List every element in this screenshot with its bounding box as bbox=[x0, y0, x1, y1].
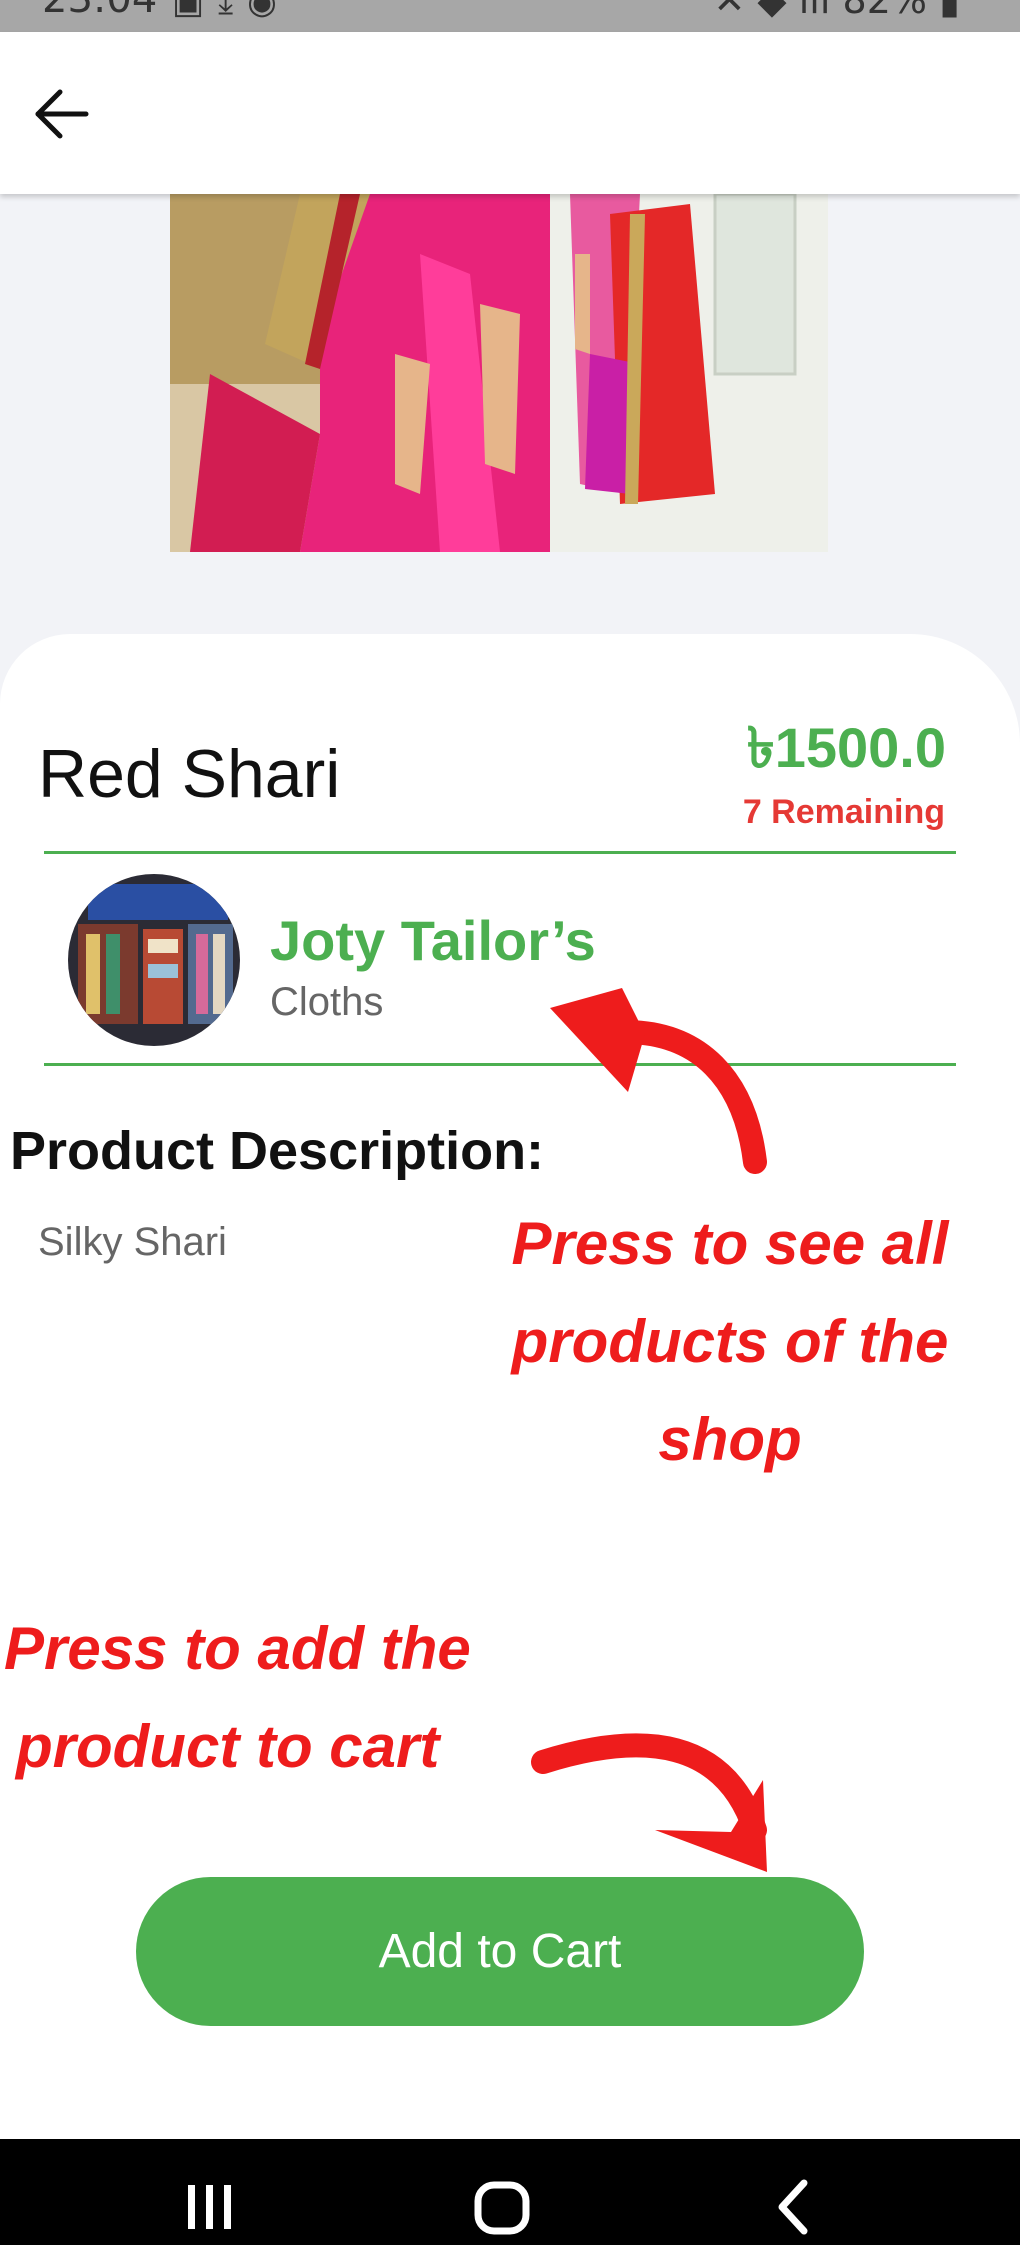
recent-apps-button[interactable] bbox=[180, 2159, 240, 2239]
product-image bbox=[170, 194, 828, 552]
annotation-line: Press to add the bbox=[4, 1615, 471, 1682]
description-heading: Product Description: bbox=[10, 1121, 545, 1181]
status-notification-icons: ▣⤓◉ bbox=[172, 0, 291, 22]
app-bar bbox=[0, 32, 1020, 194]
back-icon bbox=[778, 2179, 808, 2235]
status-system-icons: ✕ ◆ ıll 82% ▮ bbox=[713, 0, 960, 22]
location-icon: ◆ bbox=[757, 0, 787, 22]
system-nav-bar bbox=[0, 2139, 1020, 2245]
image-icon: ▣ bbox=[172, 0, 219, 22]
status-time: 23:04 bbox=[42, 0, 157, 22]
home-button[interactable] bbox=[468, 2159, 538, 2239]
annotation-arrow-icon bbox=[531, 1733, 767, 1872]
home-icon bbox=[474, 2181, 530, 2235]
description-text: Silky Shari bbox=[38, 1220, 227, 1264]
back-button[interactable] bbox=[30, 82, 94, 146]
signal-icon: ıll bbox=[798, 0, 831, 22]
system-back-button[interactable] bbox=[768, 2159, 818, 2239]
shop-avatar bbox=[68, 874, 240, 1046]
battery-icon: ▮ bbox=[939, 0, 960, 22]
add-to-cart-button[interactable]: Add to Cart bbox=[136, 1877, 864, 2026]
shop-name: Joty Tailor’s bbox=[270, 909, 596, 972]
mute-icon: ✕ bbox=[713, 0, 746, 22]
divider-bottom bbox=[44, 1063, 956, 1066]
annotation-shop-hint: Press to see all products of the shop bbox=[470, 1195, 990, 1489]
product-price: ৳1500.0 bbox=[746, 716, 946, 779]
arrow-left-icon bbox=[35, 89, 89, 139]
recent-apps-icon bbox=[188, 2185, 231, 2229]
download-icon: ⤓ bbox=[218, 0, 248, 22]
sync-icon: ◉ bbox=[247, 0, 291, 22]
annotation-line: Press to see all bbox=[511, 1210, 949, 1277]
annotation-arrow-icon bbox=[550, 988, 767, 1174]
annotation-line: shop bbox=[658, 1406, 802, 1473]
annotation-cart-hint: Press to add the product to cart bbox=[4, 1600, 564, 1796]
stock-remaining: 7 Remaining bbox=[742, 793, 945, 831]
product-title: Red Shari bbox=[38, 736, 341, 812]
annotation-line: product to cart bbox=[16, 1713, 440, 1780]
status-bar: 23:04 ▣⤓◉ ✕ ◆ ıll 82% ▮ bbox=[0, 0, 1020, 32]
annotation-line: products of the bbox=[511, 1308, 949, 1375]
shop-category: Cloths bbox=[270, 980, 384, 1024]
battery-percentage: 82% bbox=[842, 0, 927, 22]
divider-top bbox=[44, 851, 956, 854]
